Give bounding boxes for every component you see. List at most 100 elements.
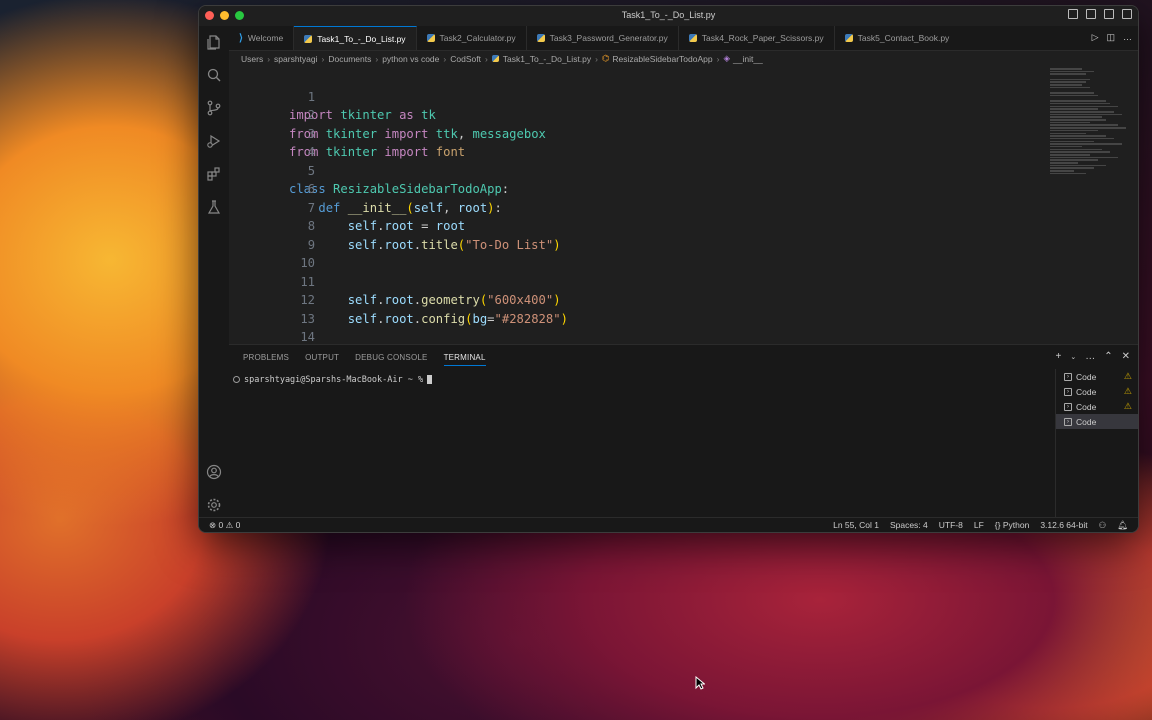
- tab-debug-console[interactable]: DEBUG CONSOLE: [355, 353, 427, 366]
- problems-status[interactable]: ⊗ 0 ⚠ 0: [209, 520, 240, 531]
- warning-icon: ⚠: [225, 520, 234, 530]
- testing-flask-icon[interactable]: [206, 199, 222, 215]
- split-editor-icon[interactable]: ◫: [1106, 32, 1115, 43]
- tab-task1[interactable]: Task1_To_-_Do_List.py: [294, 26, 417, 50]
- extensions-icon[interactable]: [206, 166, 222, 182]
- chevron-right-icon: ›: [443, 53, 447, 64]
- line-number: 7: [307, 200, 316, 215]
- breadcrumb-item[interactable]: ResizableSidebarTodoApp: [612, 54, 712, 64]
- copilot-icon[interactable]: ⚇: [1099, 520, 1107, 531]
- code-line: 15 self.root.grid_rowconfigure(0, weight…: [229, 328, 273, 344]
- line-number: 5: [307, 163, 316, 178]
- code-editor[interactable]: 1 import tkinter as tk 2 from tkinter im…: [229, 66, 1138, 344]
- code-line: 11 self.root.geometry("600x400"): [229, 254, 560, 308]
- tab-label: Task1_To_-_Do_List.py: [317, 33, 406, 44]
- code-line: 1 import tkinter as tk: [229, 69, 436, 123]
- breadcrumb-item[interactable]: Documents: [328, 54, 371, 64]
- search-icon[interactable]: [206, 67, 222, 83]
- run-debug-icon[interactable]: [206, 133, 222, 149]
- code-line: 14: [229, 310, 315, 344]
- chevron-right-icon: ›: [321, 53, 325, 64]
- chevron-right-icon: ›: [484, 53, 488, 64]
- activity-bar: [199, 26, 230, 518]
- tab-problems[interactable]: PROBLEMS: [243, 353, 289, 366]
- notifications-bell-icon[interactable]: 🔔︎: [1117, 520, 1128, 531]
- explorer-icon[interactable]: [206, 34, 222, 50]
- line-number: 3: [307, 126, 316, 141]
- tab-label: Task5_Contact_Book.py: [857, 33, 950, 43]
- line-number: 9: [307, 237, 316, 252]
- language-mode[interactable]: {} Python: [995, 520, 1030, 531]
- breadcrumb-item[interactable]: python vs code: [382, 54, 439, 64]
- chevron-right-icon: ›: [267, 53, 271, 64]
- line-number: 13: [300, 311, 316, 326]
- line-number: 4: [307, 145, 316, 159]
- tab-task4[interactable]: Task4_Rock_Paper_Scissors.py: [679, 26, 835, 50]
- line-number: 10: [300, 256, 316, 270]
- code-line: 4: [229, 125, 315, 159]
- breadcrumb-item[interactable]: Users: [241, 54, 263, 64]
- terminal-tab[interactable]: › Code ⚠: [1056, 384, 1138, 399]
- terminal-output[interactable]: sparshtyagi@Sparshs-MacBook-Air ~ %: [233, 375, 433, 385]
- indentation[interactable]: Spaces: 4: [890, 520, 928, 531]
- error-icon: ⊗: [209, 520, 217, 530]
- terminal-label: Code: [1076, 371, 1097, 382]
- python-file-icon: [491, 55, 499, 62]
- new-terminal-icon[interactable]: +: [1056, 351, 1062, 362]
- maximize-panel-icon[interactable]: ⌃: [1104, 351, 1112, 362]
- end-of-line[interactable]: LF: [974, 520, 984, 531]
- vscode-icon: ⟩: [239, 32, 243, 44]
- terminal-label: Code: [1076, 416, 1097, 427]
- more-actions-icon[interactable]: …: [1085, 351, 1095, 362]
- toggle-secondary-sidebar-icon[interactable]: [1104, 9, 1114, 19]
- terminal-tab[interactable]: › Code ⚠: [1056, 399, 1138, 414]
- chevron-right-icon: ›: [595, 53, 598, 64]
- warning-icon: ⚠: [1123, 401, 1132, 411]
- terminal-dropdown-icon[interactable]: ⌄: [1070, 353, 1076, 362]
- run-python-file-icon[interactable]: ▷: [1092, 32, 1099, 43]
- breadcrumb-item[interactable]: CodSoft: [450, 54, 481, 64]
- code-line: 12 self.root.config(bg="#282828"): [229, 273, 568, 326]
- python-file-icon: [844, 34, 853, 42]
- toggle-panel-icon[interactable]: [1086, 9, 1096, 19]
- customize-layout-icon[interactable]: [1122, 9, 1132, 19]
- tab-task3[interactable]: Task3_Password_Generator.py: [527, 26, 679, 50]
- breadcrumb: Users › sparshtyagi › Documents › python vs…: [229, 51, 1138, 66]
- tab-task2[interactable]: Task2_Calculator.py: [417, 26, 527, 50]
- tab-output[interactable]: OUTPUT: [305, 353, 339, 366]
- code-line: 7 self.root = root: [229, 180, 465, 234]
- terminal-tab[interactable]: › Code ⚠: [1056, 369, 1138, 384]
- tab-welcome[interactable]: ⟩ Welcome: [229, 26, 295, 50]
- warning-icon: ⚠: [1123, 371, 1132, 381]
- toggle-primary-sidebar-icon[interactable]: [1068, 9, 1078, 19]
- method-symbol-icon: ◈: [723, 53, 730, 63]
- line-number: 14: [300, 330, 316, 344]
- tab-label: Welcome: [247, 33, 284, 43]
- breadcrumb-item[interactable]: Task1_To_-_Do_List.py: [503, 54, 591, 64]
- minimap[interactable]: [1050, 68, 1130, 218]
- encoding[interactable]: UTF-8: [939, 520, 963, 531]
- python-file-icon: [688, 34, 697, 42]
- tab-terminal[interactable]: TERMINAL: [443, 353, 486, 366]
- close-panel-icon[interactable]: ✕: [1122, 351, 1130, 362]
- tab-task5[interactable]: Task5_Contact_Book.py: [835, 26, 960, 50]
- more-actions-icon[interactable]: …: [1123, 32, 1132, 43]
- code-line: 9: [229, 217, 315, 252]
- code-line: 2 from tkinter import ttk, messagebox: [229, 88, 546, 141]
- cursor-position[interactable]: Ln 55, Col 1: [833, 520, 879, 531]
- settings-gear-icon[interactable]: [206, 497, 222, 513]
- mouse-pointer-icon: [695, 676, 705, 690]
- source-control-icon[interactable]: [206, 100, 222, 116]
- python-file-icon: [304, 34, 313, 43]
- panel-tabs: PROBLEMS OUTPUT DEBUG CONSOLE TERMINAL: [243, 353, 486, 366]
- chevron-right-icon: ›: [375, 53, 379, 64]
- terminal-prompt: sparshtyagi@Sparshs-MacBook-Air ~ %: [244, 375, 424, 385]
- terminal-tab[interactable]: › Code: [1056, 414, 1138, 429]
- accounts-icon[interactable]: [206, 464, 222, 480]
- python-interpreter[interactable]: 3.12.6 64-bit: [1040, 520, 1087, 531]
- window-title: Task1_To_-_Do_List.py: [621, 10, 716, 20]
- python-file-icon: [426, 34, 435, 42]
- breadcrumb-item[interactable]: __init__: [733, 54, 763, 64]
- braces-icon: {}: [994, 520, 1001, 530]
- breadcrumb-item[interactable]: sparshtyagi: [274, 54, 317, 64]
